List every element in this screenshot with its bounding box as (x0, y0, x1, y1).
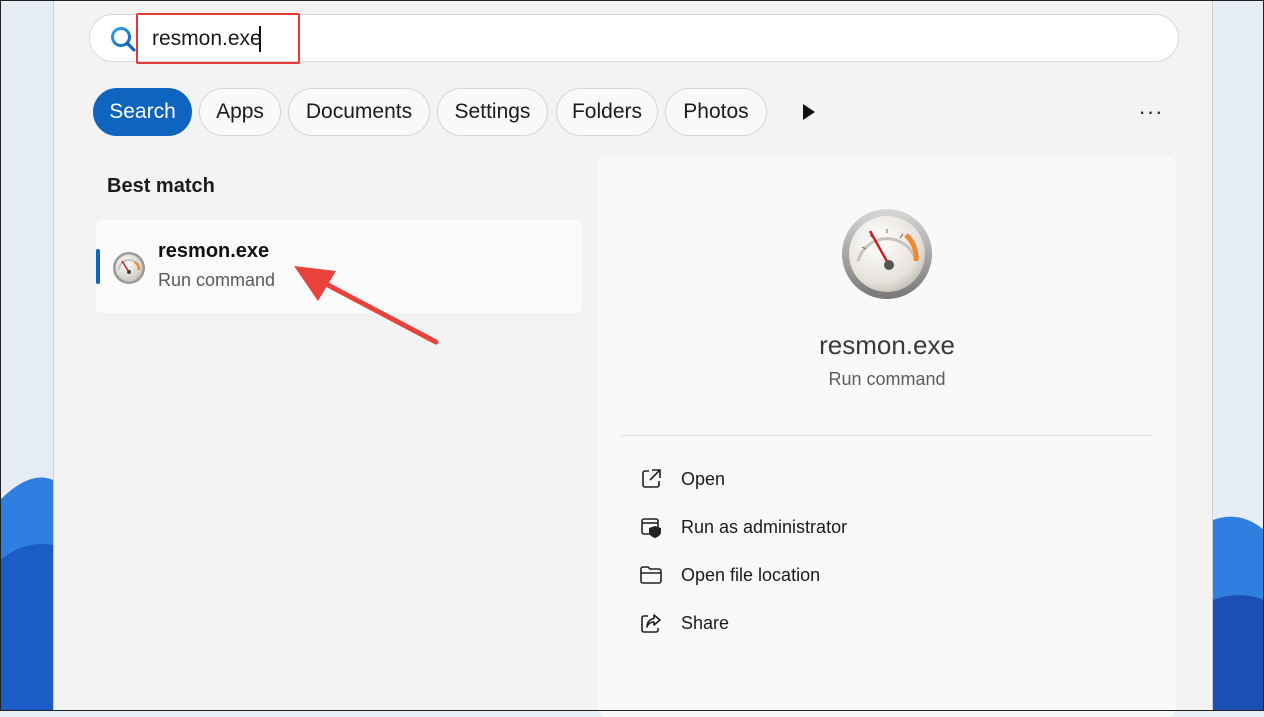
action-open-file-location[interactable]: Open file location (630, 555, 1150, 595)
action-run-as-admin[interactable]: Run as administrator (630, 507, 1150, 547)
best-match-result[interactable] (96, 220, 582, 313)
resource-monitor-large-icon (842, 209, 932, 299)
search-icon (111, 27, 136, 52)
share-icon (641, 614, 661, 633)
filter-apps[interactable]: Apps (199, 88, 281, 136)
selection-indicator (96, 249, 100, 284)
result-subtitle: Run command (158, 270, 276, 290)
filter-photos[interactable]: Photos (665, 88, 767, 136)
details-title: resmon.exe (819, 330, 955, 360)
resource-monitor-icon (113, 252, 145, 284)
open-external-icon (642, 469, 661, 488)
action-share[interactable]: Share (630, 603, 1150, 643)
folder-icon (640, 566, 662, 584)
filter-documents[interactable]: Documents (288, 88, 430, 136)
result-title: resmon.exe (158, 240, 270, 262)
filter-search[interactable]: Search (93, 88, 192, 136)
best-match-heading: Best match (107, 175, 215, 197)
details-subtitle: Run command (828, 369, 946, 389)
action-label: Open (681, 468, 726, 489)
action-label: Share (681, 612, 730, 633)
action-label: Open file location (681, 564, 821, 585)
divider (621, 435, 1152, 436)
more-options-button[interactable]: ··· (1136, 98, 1166, 126)
action-label: Run as administrator (681, 516, 848, 537)
shield-admin-icon (641, 518, 661, 538)
scroll-right-icon[interactable] (796, 100, 820, 124)
filter-settings[interactable]: Settings (437, 88, 548, 136)
filter-folders[interactable]: Folders (556, 88, 658, 136)
highlight-box (136, 13, 300, 64)
action-open[interactable]: Open (630, 459, 1150, 499)
